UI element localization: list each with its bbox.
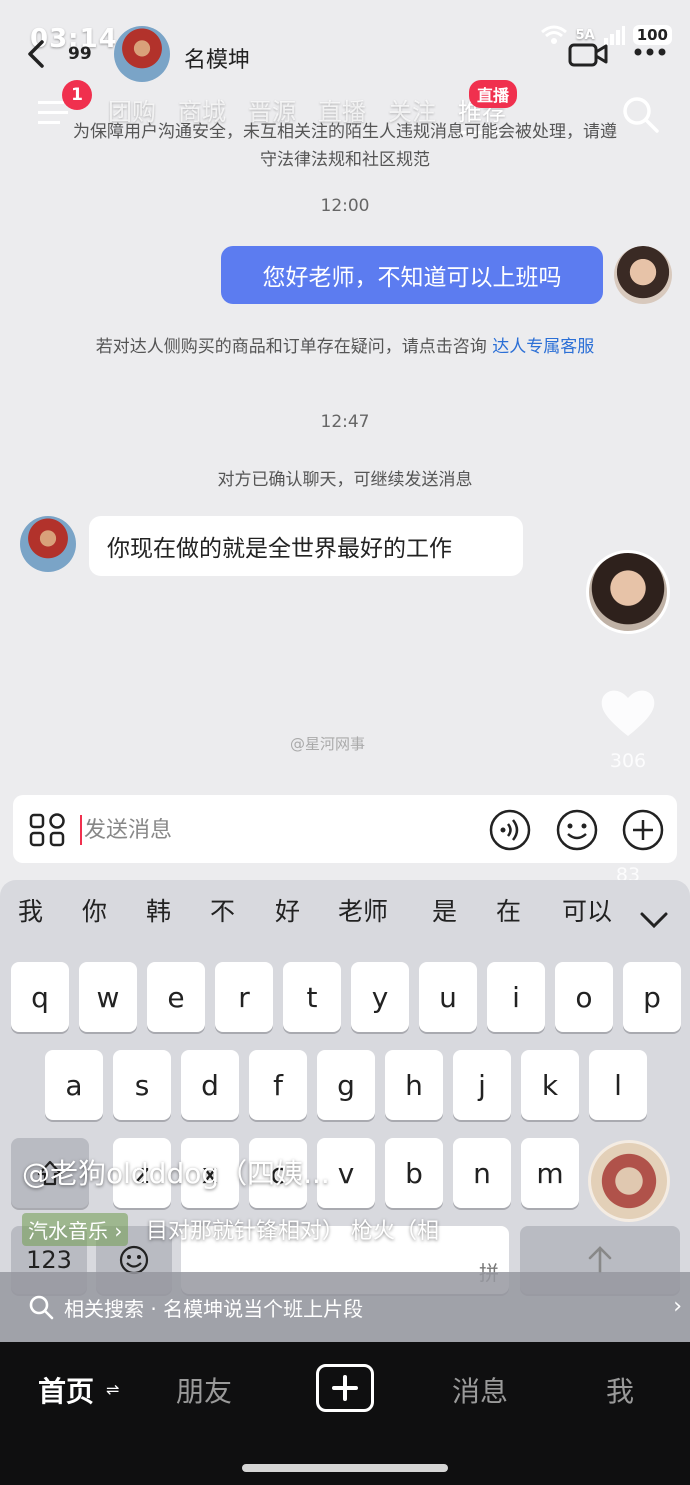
apps-grid-icon[interactable] (28, 812, 66, 848)
key-l[interactable]: l (589, 1050, 647, 1120)
add-attachment-icon[interactable] (621, 808, 665, 852)
service-notice: 若对达人侧购买的商品和订单存在疑问，请点击咨询 达人专属客服 (0, 333, 690, 361)
menu-notification-badge: 1 (62, 80, 92, 110)
related-search-bar[interactable]: 相关搜索 · 名模坤说当个班上片段 › (0, 1272, 690, 1342)
exclusive-service-link[interactable]: 达人专属客服 (492, 337, 594, 357)
key-u[interactable]: u (419, 962, 477, 1032)
candidate-word[interactable]: 韩 (146, 892, 171, 928)
key-h[interactable]: h (385, 1050, 443, 1120)
plus-icon (332, 1375, 358, 1401)
creator-avatar[interactable] (586, 550, 670, 634)
swap-icon: ⇌ (106, 1380, 120, 1399)
watermark: @星河网事 (290, 735, 366, 753)
peer-avatar[interactable] (114, 26, 170, 82)
chat-confirmed-notice: 对方已确认聊天，可继续发送消息 (217, 470, 473, 490)
message-timestamp: 12:47 (320, 412, 370, 432)
voice-input-icon[interactable] (488, 808, 532, 852)
more-options-icon[interactable] (632, 40, 668, 64)
service-notice-text: 若对达人侧购买的商品和订单存在疑问，请点击咨询 (95, 337, 493, 357)
nav-friends[interactable]: 朋友 (176, 1370, 232, 1410)
text-cursor (80, 815, 82, 845)
like-count: 306 (609, 750, 647, 772)
heart-icon[interactable] (598, 684, 658, 740)
key-y[interactable]: y (351, 962, 409, 1032)
nav-me[interactable]: 我 (606, 1370, 634, 1410)
music-title[interactable]: 目对那就针锋相对） 枪火（相 (146, 1213, 439, 1245)
video-call-icon[interactable] (568, 40, 608, 68)
my-avatar[interactable] (614, 246, 672, 304)
wifi-icon (540, 25, 567, 44)
candidate-word[interactable]: 不 (210, 892, 235, 928)
key-j[interactable]: j (453, 1050, 511, 1120)
key-b[interactable]: b (385, 1138, 443, 1208)
create-post-button[interactable] (316, 1364, 374, 1412)
message-input[interactable] (84, 814, 464, 846)
key-d[interactable]: d (181, 1050, 239, 1120)
key-m[interactable]: m (521, 1138, 579, 1208)
related-search-text: 相关搜索 · 名模坤说当个班上片段 (64, 1296, 364, 1321)
home-indicator[interactable] (242, 1464, 448, 1472)
sent-message-bubble[interactable]: 您好老师，不知道可以上班吗 (221, 246, 603, 304)
candidate-word[interactable]: 你 (82, 892, 107, 928)
key-t[interactable]: t (283, 962, 341, 1032)
live-badge: 直播 (469, 80, 518, 108)
candidate-word[interactable]: 是 (432, 892, 457, 928)
security-notice: 为保障用户沟通安全，未互相关注的陌生人违规消息可能会被处理，请遵守法律法规和社区… (73, 122, 617, 170)
candidate-word[interactable]: 在 (496, 892, 521, 928)
key-p[interactable]: p (623, 962, 681, 1032)
candidate-bar: 我 你 韩 不 好 老师 是 在 可以 (0, 892, 690, 950)
peer-name[interactable]: 名模坤 (184, 42, 250, 74)
key-r[interactable]: r (215, 962, 273, 1032)
peer-message-avatar[interactable] (20, 516, 76, 572)
nav-messages[interactable]: 消息 (452, 1370, 508, 1410)
key-e[interactable]: e (147, 962, 205, 1032)
key-q[interactable]: q (11, 962, 69, 1032)
chevron-right-icon: › (673, 1294, 682, 1319)
key-a[interactable]: a (45, 1050, 103, 1120)
arrow-up-icon (588, 1246, 612, 1274)
key-k[interactable]: k (521, 1050, 579, 1120)
back-arrow-icon[interactable] (22, 38, 54, 70)
key-s[interactable]: s (113, 1050, 171, 1120)
key-f[interactable]: f (249, 1050, 307, 1120)
search-icon (29, 1295, 54, 1320)
key-n[interactable]: n (453, 1138, 511, 1208)
unread-count: 99 (68, 44, 92, 64)
nav-home[interactable]: 首页 (38, 1370, 94, 1410)
received-message-bubble[interactable]: 你现在做的就是全世界最好的工作 (89, 516, 523, 576)
key-w[interactable]: w (79, 962, 137, 1032)
chevron-down-icon[interactable] (638, 906, 670, 934)
key-i[interactable]: i (487, 962, 545, 1032)
candidate-word[interactable]: 我 (18, 892, 43, 928)
key-g[interactable]: g (317, 1050, 375, 1120)
key-o[interactable]: o (555, 962, 613, 1032)
music-disc[interactable] (588, 1140, 670, 1222)
emoji-icon[interactable] (555, 808, 599, 852)
message-timestamp: 12:00 (320, 196, 370, 216)
video-author[interactable]: @老狗oldddog（四姨... (22, 1152, 330, 1192)
candidate-word[interactable]: 好 (275, 892, 300, 928)
music-tag[interactable]: 汽水音乐 › (22, 1213, 129, 1246)
candidate-word[interactable]: 可以 (562, 892, 612, 928)
candidate-word[interactable]: 老师 (338, 892, 388, 928)
